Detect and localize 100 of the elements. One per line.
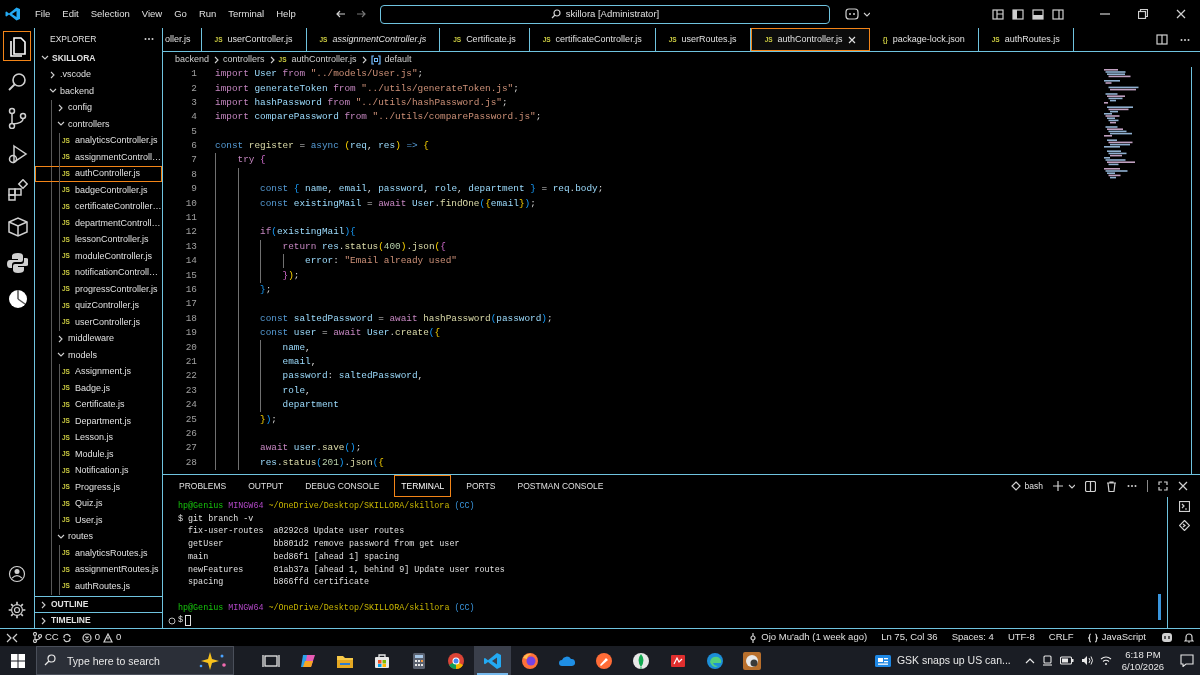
panel-tab[interactable]: POSTMAN CONSOLE [510, 474, 611, 498]
branch-status[interactable]: CC [32, 630, 72, 645]
close-icon[interactable] [847, 35, 856, 44]
close-icon[interactable] [1176, 9, 1186, 19]
back-arrow-icon[interactable] [335, 8, 347, 20]
menu-item[interactable]: Go [168, 3, 193, 25]
panel-tab[interactable]: PROBLEMS [172, 474, 234, 498]
line-number: 25 [184, 412, 198, 427]
tree-item[interactable]: middleware [35, 330, 162, 347]
panel-tab[interactable]: OUTPUT [241, 474, 291, 498]
caret-icon[interactable] [862, 10, 870, 18]
taskbar-search-field[interactable]: Type here to search [36, 646, 234, 675]
menu-item[interactable]: Terminal [222, 3, 271, 25]
problems-status[interactable]: 0 0 [81, 630, 122, 645]
line-number: 13 [184, 239, 198, 254]
chevron-up-icon[interactable] [1024, 656, 1035, 665]
line-number: 14 [184, 254, 198, 269]
battery-icon[interactable] [1059, 656, 1074, 665]
forward-arrow-icon[interactable] [355, 8, 367, 20]
tree-item[interactable]: .vscode [35, 66, 162, 83]
tree-item[interactable]: backend [35, 83, 162, 100]
menu-item[interactable]: Run [192, 3, 223, 25]
line-number: 26 [184, 426, 198, 441]
code-line: const { name, email, password, role, department } = req.body; [259, 182, 604, 197]
code-line: import generateToken from "../utils/generateToken.js"; [215, 81, 519, 96]
panel-tab[interactable]: TERMINAL [394, 474, 452, 498]
breadcrumb-item[interactable]: authController.js [291, 52, 357, 67]
tree-item[interactable]: routes [35, 528, 162, 545]
status-item[interactable]: CRLF [1048, 630, 1074, 645]
clock-date[interactable]: 6/10/2026 [1121, 660, 1164, 673]
close-icon[interactable] [1178, 481, 1188, 491]
caret-icon[interactable] [1067, 482, 1075, 490]
shell-name[interactable]: bash [1024, 479, 1043, 493]
toggle-panel-icon[interactable] [1032, 8, 1044, 20]
toggle-secondary-sidebar-icon[interactable] [1052, 8, 1064, 20]
meeting-icon[interactable] [1041, 655, 1053, 666]
code-line: import User from "../models/User.js"; [215, 67, 424, 82]
code-line: import hashPassword from "../utils/hashPassword.js"; [215, 95, 508, 110]
code-line: const saltedPassword = await hashPassword(password); [259, 311, 553, 326]
remote-icon[interactable] [6, 632, 18, 643]
news-widget[interactable]: GSK snaps up US can... [874, 652, 1011, 669]
restore-icon[interactable] [1138, 9, 1148, 19]
section-header[interactable]: TIMELINE [35, 612, 162, 628]
scrollbar[interactable] [1158, 594, 1161, 620]
trash-icon[interactable] [1106, 480, 1117, 492]
tree-item[interactable]: models [35, 347, 162, 364]
bell-icon[interactable] [1184, 632, 1194, 643]
menu-item[interactable]: Edit [56, 3, 85, 25]
line-number: 10 [184, 196, 198, 211]
plus-icon[interactable] [1053, 481, 1063, 491]
line-number: 20 [184, 340, 198, 355]
code-line: department [281, 398, 339, 413]
code-line: email, [281, 354, 317, 369]
menu-item[interactable]: File [29, 3, 57, 25]
toggle-sidebar-icon[interactable] [1012, 8, 1024, 20]
split-terminal-icon[interactable] [1085, 480, 1096, 492]
line-number: 21 [184, 354, 198, 369]
line-number: 9 [190, 182, 198, 197]
menu-item[interactable]: View [135, 3, 169, 25]
section-header[interactable]: OUTLINE [35, 596, 162, 612]
editor-tab[interactable]: oller.js [163, 28, 202, 51]
notification-icon[interactable] [1180, 654, 1194, 667]
account-icon[interactable] [7, 564, 27, 584]
panel-tab[interactable]: DEBUG CONSOLE [298, 474, 387, 498]
copilot-icon[interactable] [844, 8, 860, 20]
speaker-icon[interactable] [1080, 655, 1093, 666]
line-number: 15 [184, 268, 198, 283]
status-item[interactable]: UTF-8 [1007, 630, 1035, 645]
activity-bar-button[interactable] [3, 31, 31, 61]
breadcrumb-item[interactable]: controllers [223, 52, 265, 67]
braces-icon [1087, 632, 1098, 643]
clock-time[interactable]: 6:18 PM [1125, 648, 1161, 661]
more-icon[interactable] [1180, 37, 1190, 42]
wifi-icon[interactable] [1099, 655, 1112, 666]
code-line: if(existingMail){ [259, 225, 356, 240]
git-blame-status[interactable]: Ojo Mu'adh (1 week ago) [749, 630, 868, 645]
status-item[interactable]: Ln 75, Col 36 [881, 630, 938, 645]
windows-logo-icon[interactable] [11, 653, 25, 668]
tree-item[interactable]: controllers [35, 116, 162, 133]
panel-tab[interactable]: PORTS [459, 474, 503, 498]
breadcrumb-item[interactable]: backend [175, 52, 210, 67]
maximize-panel-icon[interactable] [1158, 481, 1168, 491]
language-status[interactable]: JavaScript [1087, 630, 1146, 645]
layout-icon[interactable] [992, 8, 1004, 20]
run-debug-icon [6, 143, 28, 165]
menu-item[interactable]: Help [270, 3, 302, 25]
settings-icon[interactable] [7, 600, 27, 620]
copilot-icon[interactable] [1160, 632, 1174, 643]
tree-item[interactable]: SKILLORA [35, 50, 162, 67]
command-center[interactable]: skillora [Administrator] [380, 4, 830, 24]
breadcrumb-item[interactable]: default [384, 52, 412, 67]
line-number: 18 [184, 311, 198, 326]
code-line: name, [281, 340, 311, 355]
split-editor-icon[interactable] [1156, 34, 1168, 45]
more-icon[interactable] [1127, 484, 1137, 488]
more-icon[interactable] [144, 37, 154, 41]
tree-item[interactable]: config [35, 99, 162, 116]
status-item[interactable]: Spaces: 4 [951, 630, 994, 645]
extensions-icon [6, 179, 28, 201]
menu-item[interactable]: Selection [84, 3, 136, 25]
